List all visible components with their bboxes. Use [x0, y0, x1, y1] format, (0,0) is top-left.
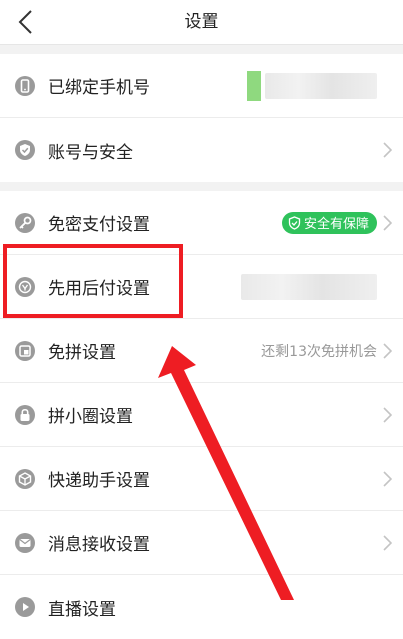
settings-item-phone[interactable]: 已绑定手机号	[0, 54, 403, 118]
settings-item-label: 拼小圈设置	[48, 407, 133, 427]
free-group-remaining: 还剩13次免拼机会	[261, 343, 377, 360]
paylater-icon	[14, 276, 36, 298]
settings-item-account[interactable]: 账号与安全	[0, 118, 403, 182]
security-badge: 安全有保障	[281, 211, 377, 234]
security-badge-text: 安全有保障	[303, 217, 369, 232]
page-title: 设置	[184, 12, 219, 32]
chevron-right-icon	[383, 534, 395, 552]
settings-item-paylater[interactable]: 先用后付设置	[0, 255, 403, 319]
masked-phone-prefix	[247, 70, 261, 101]
settings-item-live[interactable]: 直播设置	[0, 575, 403, 639]
settings-item-message[interactable]: 消息接收设置	[0, 511, 403, 575]
settings-item-circle[interactable]: 拼小圈设置	[0, 383, 403, 447]
chevron-right-icon	[383, 406, 395, 424]
settings-item-label: 直播设置	[48, 599, 116, 620]
chevron-right-icon	[383, 470, 395, 488]
section-gap	[0, 45, 403, 54]
settings-item-label: 账号与安全	[48, 142, 133, 163]
lock-icon	[14, 404, 36, 426]
message-icon	[14, 532, 36, 554]
settings-item-label: 免密支付设置	[48, 215, 150, 235]
chevron-right-icon	[383, 141, 395, 159]
shield-check-icon	[14, 139, 36, 161]
settings-item-free-group[interactable]: 免拼设置 还剩13次免拼机会	[0, 319, 403, 383]
phone-icon	[14, 75, 36, 97]
freegroup-icon	[14, 340, 36, 362]
chevron-right-icon	[383, 342, 395, 360]
navbar: 设置	[0, 0, 403, 45]
key-icon	[14, 212, 36, 234]
shield-check-icon	[288, 215, 301, 230]
settings-item-nopwd-pay[interactable]: 免密支付设置 安全有保障	[0, 191, 403, 255]
settings-item-label: 消息接收设置	[48, 535, 150, 555]
chevron-right-icon	[383, 214, 395, 232]
masked-value	[241, 273, 377, 300]
settings-item-label: 已绑定手机号	[48, 78, 150, 98]
settings-item-label: 快递助手设置	[48, 471, 150, 491]
settings-item-label: 先用后付设置	[48, 279, 150, 299]
settings-item-express[interactable]: 快递助手设置	[0, 447, 403, 511]
settings-group-account: 已绑定手机号 账号与安全	[0, 54, 403, 182]
settings-group-features: 免密支付设置 安全有保障 先用后付设置 免拼设置 还剩13次免拼机会 拼小圈设置…	[0, 191, 403, 639]
package-icon	[14, 468, 36, 490]
settings-item-label: 免拼设置	[48, 343, 116, 363]
masked-phone-number	[265, 72, 377, 99]
section-gap	[0, 182, 403, 191]
live-icon	[14, 596, 36, 618]
